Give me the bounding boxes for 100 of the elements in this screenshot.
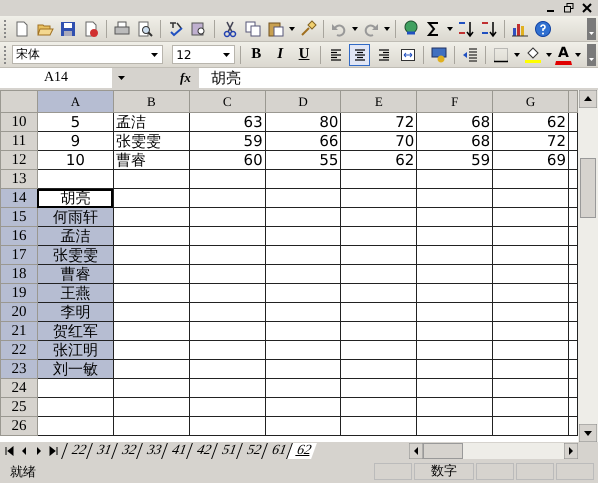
table-cell[interactable]: [37, 416, 114, 436]
table-cell[interactable]: 9: [37, 132, 114, 150]
table-cell[interactable]: 62: [340, 150, 417, 170]
table-cell[interactable]: [340, 398, 417, 416]
table-cell[interactable]: [492, 264, 568, 284]
table-cell[interactable]: [492, 226, 568, 246]
row-header[interactable]: 20: [0, 302, 38, 322]
table-cell[interactable]: [37, 378, 114, 398]
table-cell[interactable]: [416, 284, 493, 302]
decrease-indent-icon[interactable]: [460, 46, 479, 64]
first-sheet-icon[interactable]: [4, 446, 14, 456]
table-cell[interactable]: [113, 264, 190, 284]
table-cell[interactable]: [416, 398, 493, 416]
table-cell[interactable]: [340, 226, 417, 246]
table-cell[interactable]: [340, 322, 417, 340]
table-cell[interactable]: 66: [265, 132, 341, 150]
row-header[interactable]: 17: [0, 246, 38, 264]
table-cell[interactable]: [416, 360, 493, 378]
bold-button[interactable]: B: [246, 44, 267, 66]
table-cell[interactable]: 59: [416, 150, 493, 170]
table-cell[interactable]: 曹睿: [37, 264, 114, 284]
table-cell[interactable]: 贺红军: [37, 322, 114, 340]
caret-icon[interactable]: [118, 76, 125, 80]
table-cell[interactable]: [340, 208, 417, 226]
table-cell[interactable]: 王燕: [37, 284, 114, 302]
table-cell[interactable]: 胡亮: [37, 188, 114, 208]
caret-icon[interactable]: [514, 52, 520, 56]
table-cell[interactable]: [189, 264, 266, 284]
table-cell[interactable]: [265, 188, 341, 208]
column-header[interactable]: A: [37, 90, 114, 112]
table-cell[interactable]: [340, 340, 417, 360]
table-cell[interactable]: [265, 302, 341, 322]
font-dropdown[interactable]: 宋体: [12, 45, 164, 64]
caret-icon[interactable]: [574, 52, 581, 56]
row-header[interactable]: 12: [0, 150, 38, 170]
table-cell[interactable]: [37, 398, 114, 416]
name-box[interactable]: A14: [0, 68, 112, 88]
font-size-dropdown[interactable]: 12: [172, 45, 235, 64]
scroll-right-icon[interactable]: [564, 443, 578, 459]
formula-input[interactable]: 胡亮: [198, 68, 598, 88]
column-header[interactable]: E: [340, 90, 417, 112]
sheet-tab[interactable]: 62: [286, 443, 317, 459]
table-cell[interactable]: [492, 360, 568, 378]
table-cell[interactable]: [189, 416, 266, 436]
sort-descending-icon[interactable]: [480, 20, 498, 38]
toolbar-options-icon[interactable]: [587, 18, 596, 40]
table-cell[interactable]: 张雯雯: [37, 246, 114, 264]
table-cell[interactable]: [113, 226, 190, 246]
table-cell[interactable]: 72: [340, 112, 417, 132]
row-header[interactable]: 21: [0, 322, 38, 340]
table-cell[interactable]: 5: [37, 112, 114, 132]
table-cell[interactable]: [113, 340, 190, 360]
table-cell[interactable]: [113, 302, 190, 322]
table-cell[interactable]: 曹睿: [113, 150, 190, 170]
fill-color-icon[interactable]: [524, 46, 542, 64]
table-cell[interactable]: [113, 284, 190, 302]
table-cell[interactable]: [492, 302, 568, 322]
row-header[interactable]: 24: [0, 378, 38, 398]
row-header[interactable]: 10: [0, 112, 38, 132]
table-cell[interactable]: 55: [265, 150, 341, 170]
vertical-scrollbar[interactable]: [578, 90, 598, 442]
scroll-left-icon[interactable]: [409, 443, 423, 459]
insert-function-button[interactable]: fx: [180, 70, 191, 86]
close-icon[interactable]: [582, 3, 592, 13]
column-header[interactable]: G: [492, 90, 568, 112]
table-cell[interactable]: 70: [340, 132, 417, 150]
print-preview-icon[interactable]: [136, 20, 154, 38]
sort-ascending-icon[interactable]: [457, 20, 475, 38]
table-cell[interactable]: [265, 378, 341, 398]
table-cell[interactable]: [37, 170, 114, 188]
table-cell[interactable]: [113, 360, 190, 378]
italic-button[interactable]: I: [270, 44, 291, 66]
column-header[interactable]: B: [113, 90, 190, 112]
table-cell[interactable]: [113, 322, 190, 340]
table-cell[interactable]: 59: [189, 132, 266, 150]
caret-icon[interactable]: [289, 26, 295, 30]
table-cell[interactable]: [113, 170, 190, 188]
table-cell[interactable]: [189, 340, 266, 360]
table-cell[interactable]: [492, 416, 568, 436]
table-cell[interactable]: [340, 264, 417, 284]
caret-icon[interactable]: [447, 26, 453, 30]
table-cell[interactable]: 何雨轩: [37, 208, 114, 226]
table-cell[interactable]: [189, 208, 266, 226]
table-cell[interactable]: 68: [416, 132, 493, 150]
scroll-thumb[interactable]: [580, 158, 596, 218]
table-cell[interactable]: [113, 208, 190, 226]
table-cell[interactable]: [189, 284, 266, 302]
table-cell[interactable]: [189, 398, 266, 416]
horizontal-scrollbar[interactable]: [409, 443, 578, 459]
table-cell[interactable]: [265, 170, 341, 188]
table-cell[interactable]: 80: [265, 112, 341, 132]
table-cell[interactable]: 68: [416, 112, 493, 132]
table-cell[interactable]: [416, 170, 493, 188]
table-cell[interactable]: [416, 208, 493, 226]
copy-icon[interactable]: [244, 20, 262, 38]
save-icon[interactable]: [59, 20, 77, 38]
underline-button[interactable]: U: [294, 44, 314, 66]
table-cell[interactable]: [265, 246, 341, 264]
print-icon[interactable]: [113, 20, 131, 38]
caret-icon[interactable]: [384, 26, 390, 30]
